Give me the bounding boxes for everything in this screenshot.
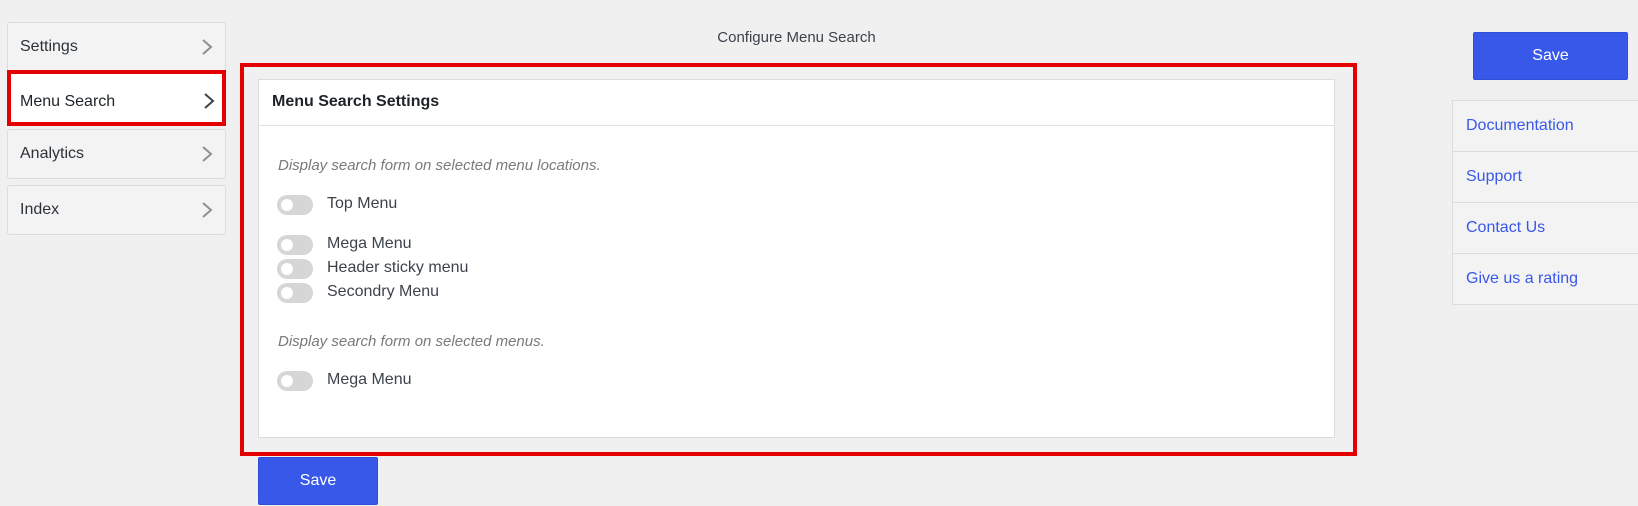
toggle-secondry-menu[interactable] [277, 283, 313, 303]
card-title: Menu Search Settings [272, 93, 440, 110]
option-label-mega-menu: Mega Menu [327, 371, 412, 388]
toggle-mega-menu[interactable] [277, 371, 313, 391]
toggle-top-menu[interactable] [277, 195, 313, 215]
nav-item-label: Analytics [20, 145, 85, 162]
nav-item-index[interactable]: Index [7, 185, 226, 235]
chevron-right-icon [202, 202, 213, 218]
hint-menu-locations: Display search form on selected menu loc… [278, 157, 601, 174]
help-link-row: Support [1453, 152, 1638, 203]
nav-item-analytics[interactable]: Analytics [7, 129, 226, 179]
help-links-panel: Documentation Support Contact Us Give us… [1452, 100, 1638, 305]
nav-item-label: Menu Search [20, 93, 116, 110]
contact-us-link[interactable]: Contact Us [1466, 219, 1545, 237]
documentation-link[interactable]: Documentation [1466, 117, 1574, 135]
option-label-mega-menu: Mega Menu [327, 235, 412, 252]
toggle-header-sticky-menu[interactable] [277, 259, 313, 279]
option-label-secondry-menu: Secondry Menu [327, 283, 440, 300]
nav-item-label: Index [20, 201, 60, 218]
hint-menus: Display search form on selected menus. [278, 333, 545, 350]
toggle-mega-menu-location[interactable] [277, 235, 313, 255]
save-button[interactable]: Save [258, 457, 378, 505]
give-rating-link[interactable]: Give us a rating [1466, 270, 1578, 288]
toggle-knob [281, 287, 293, 299]
support-link[interactable]: Support [1466, 168, 1522, 186]
chevron-right-icon [202, 146, 213, 162]
option-label-top-menu: Top Menu [327, 195, 398, 212]
toggle-knob [281, 239, 293, 251]
toggle-knob [281, 263, 293, 275]
toggle-knob [281, 375, 293, 387]
help-link-row: Documentation [1453, 101, 1638, 152]
chevron-right-icon [204, 93, 215, 109]
page-title: Configure Menu Search [717, 29, 876, 46]
help-link-row: Contact Us [1453, 203, 1638, 254]
toggle-knob [281, 199, 293, 211]
option-label-header-sticky-menu: Header sticky menu [327, 259, 469, 276]
save-button-top[interactable]: Save [1473, 32, 1628, 80]
card-header: Menu Search Settings [259, 80, 1334, 126]
help-link-row: Give us a rating [1453, 254, 1638, 304]
nav-item-menu-search[interactable]: Menu Search [7, 70, 226, 126]
